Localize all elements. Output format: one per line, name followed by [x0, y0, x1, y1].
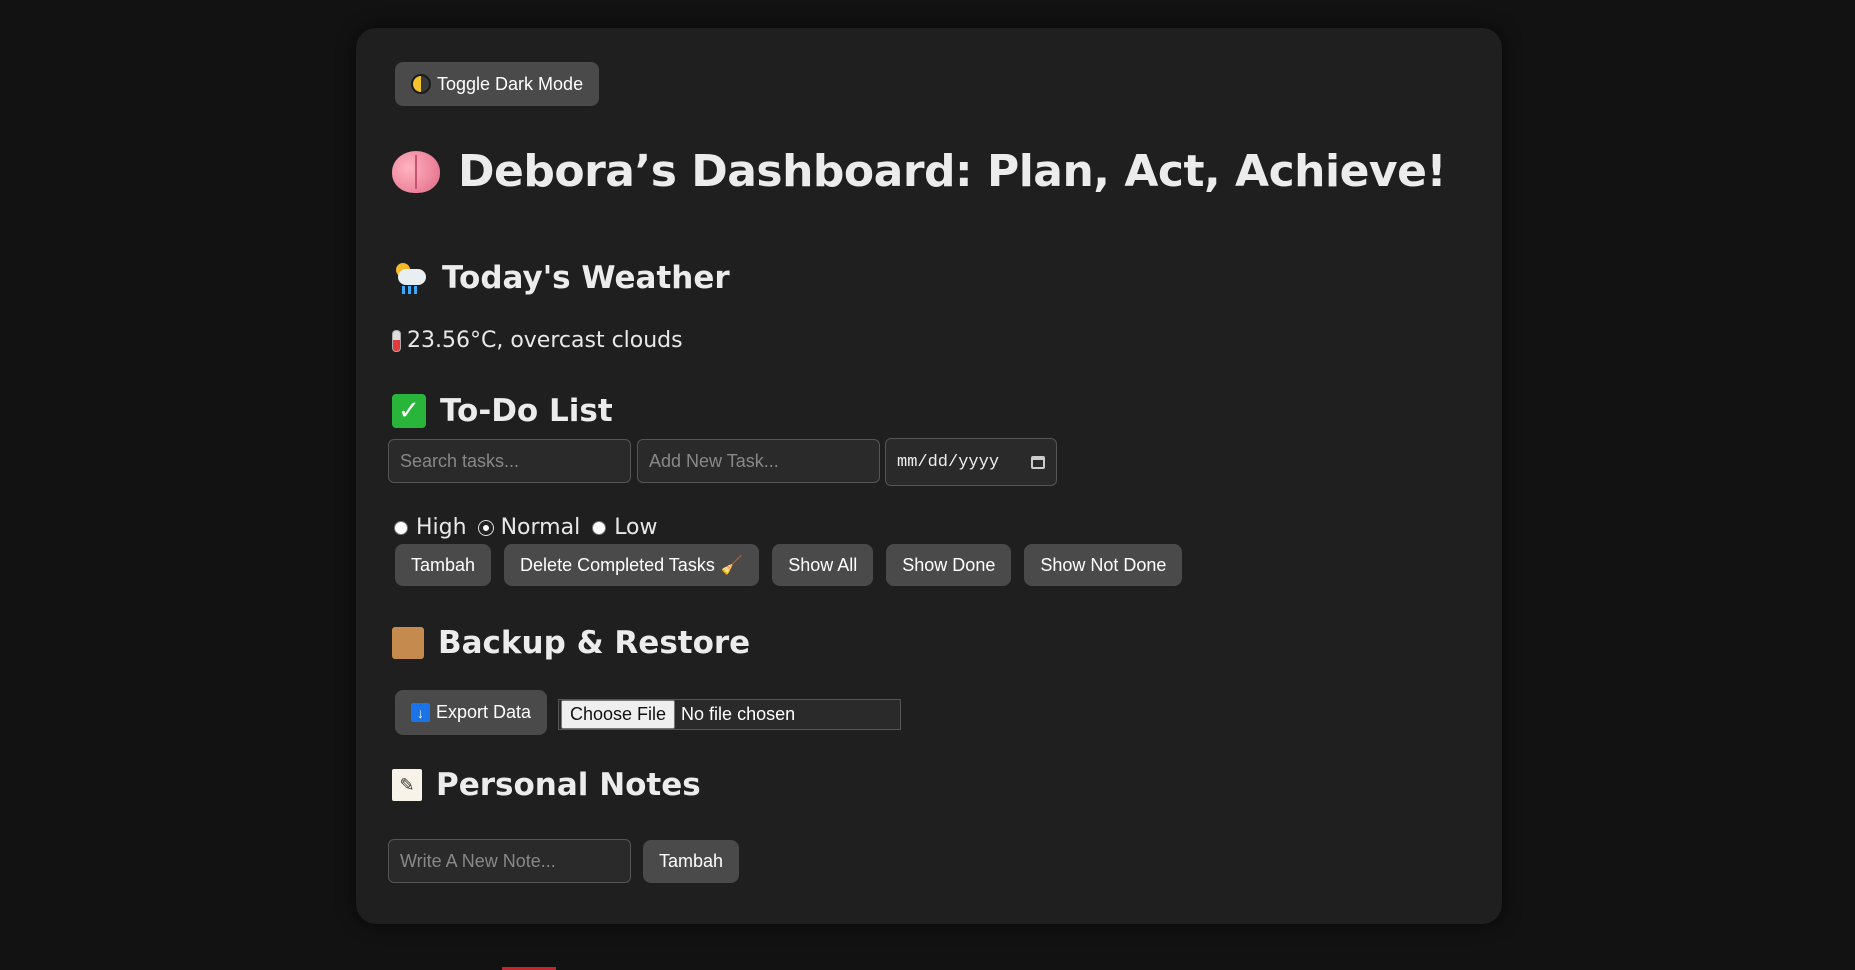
choose-file-button[interactable]: Choose File — [561, 700, 676, 729]
new-task-input[interactable] — [637, 439, 880, 483]
todo-heading-row: ✓ To-Do List — [392, 393, 613, 429]
half-moon-icon — [411, 74, 431, 94]
file-status: No file chosen — [681, 704, 796, 724]
show-done-button[interactable]: Show Done — [886, 544, 1012, 586]
add-task-button[interactable]: Tambah — [395, 544, 492, 586]
notes-heading-row: ✎ Personal Notes — [392, 767, 701, 803]
memo-icon: ✎ — [392, 769, 422, 801]
backup-heading: Backup & Restore — [438, 625, 751, 661]
weather-heading: Today's Weather — [442, 260, 730, 296]
due-date-input[interactable]: mm/dd/yyyy — [885, 438, 1057, 486]
brain-icon — [392, 150, 440, 193]
page-title: Debora’s Dashboard: Plan, Act, Achieve! — [458, 146, 1447, 197]
radio-low[interactable] — [592, 520, 607, 535]
radio-high[interactable] — [394, 520, 408, 535]
dashboard-card: Toggle Dark Mode Debora’s Dashboard: Pla… — [356, 28, 1502, 924]
weather-heading-row: Today's Weather — [392, 260, 730, 296]
priority-option-high[interactable]: High — [394, 515, 467, 540]
todo-heading: To-Do List — [440, 393, 613, 429]
add-note-button[interactable]: Tambah — [643, 840, 740, 883]
package-icon — [392, 627, 424, 659]
show-not-done-button[interactable]: Show Not Done — [1024, 544, 1183, 586]
priority-radio-group: High Normal Low — [394, 515, 658, 540]
notes-heading: Personal Notes — [436, 767, 701, 803]
thermometer-icon — [392, 329, 401, 352]
priority-high-label: High — [416, 515, 467, 540]
calendar-icon[interactable] — [1031, 455, 1045, 469]
show-all-button[interactable]: Show All — [772, 544, 874, 586]
priority-option-low[interactable]: Low — [592, 515, 658, 540]
date-placeholder: mm/dd/yyyy — [897, 452, 1000, 472]
page-title-row: Debora’s Dashboard: Plan, Act, Achieve! — [392, 146, 1447, 197]
toggle-dark-mode-button[interactable]: Toggle Dark Mode — [395, 62, 600, 106]
priority-low-label: Low — [614, 515, 658, 540]
toggle-dark-mode-label: Toggle Dark Mode — [437, 73, 584, 94]
weather-summary: 23.56°C, overcast clouds — [392, 328, 683, 353]
weather-summary-text: 23.56°C, overcast clouds — [407, 328, 683, 353]
todo-action-buttons: Tambah Delete Completed Tasks 🧹 Show All… — [395, 544, 1183, 586]
export-data-label: Export Data — [436, 702, 532, 722]
priority-option-normal[interactable]: Normal — [478, 515, 581, 540]
search-tasks-input[interactable] — [388, 439, 631, 483]
radio-normal[interactable] — [478, 520, 493, 535]
new-note-input[interactable] — [388, 839, 631, 883]
broom-icon: 🧹 — [720, 554, 744, 576]
cloud-sun-rain-icon — [392, 261, 428, 295]
backup-heading-row: Backup & Restore — [392, 625, 750, 661]
export-data-button[interactable]: ↓ Export Data — [395, 690, 548, 735]
check-mark-icon: ✓ — [392, 394, 426, 428]
delete-completed-label: Delete Completed Tasks — [520, 554, 715, 575]
priority-normal-label: Normal — [500, 515, 581, 540]
delete-completed-button[interactable]: Delete Completed Tasks 🧹 — [504, 544, 760, 586]
download-arrow-icon: ↓ — [411, 703, 430, 722]
import-file-picker[interactable]: Choose File No file chosen — [558, 699, 901, 730]
